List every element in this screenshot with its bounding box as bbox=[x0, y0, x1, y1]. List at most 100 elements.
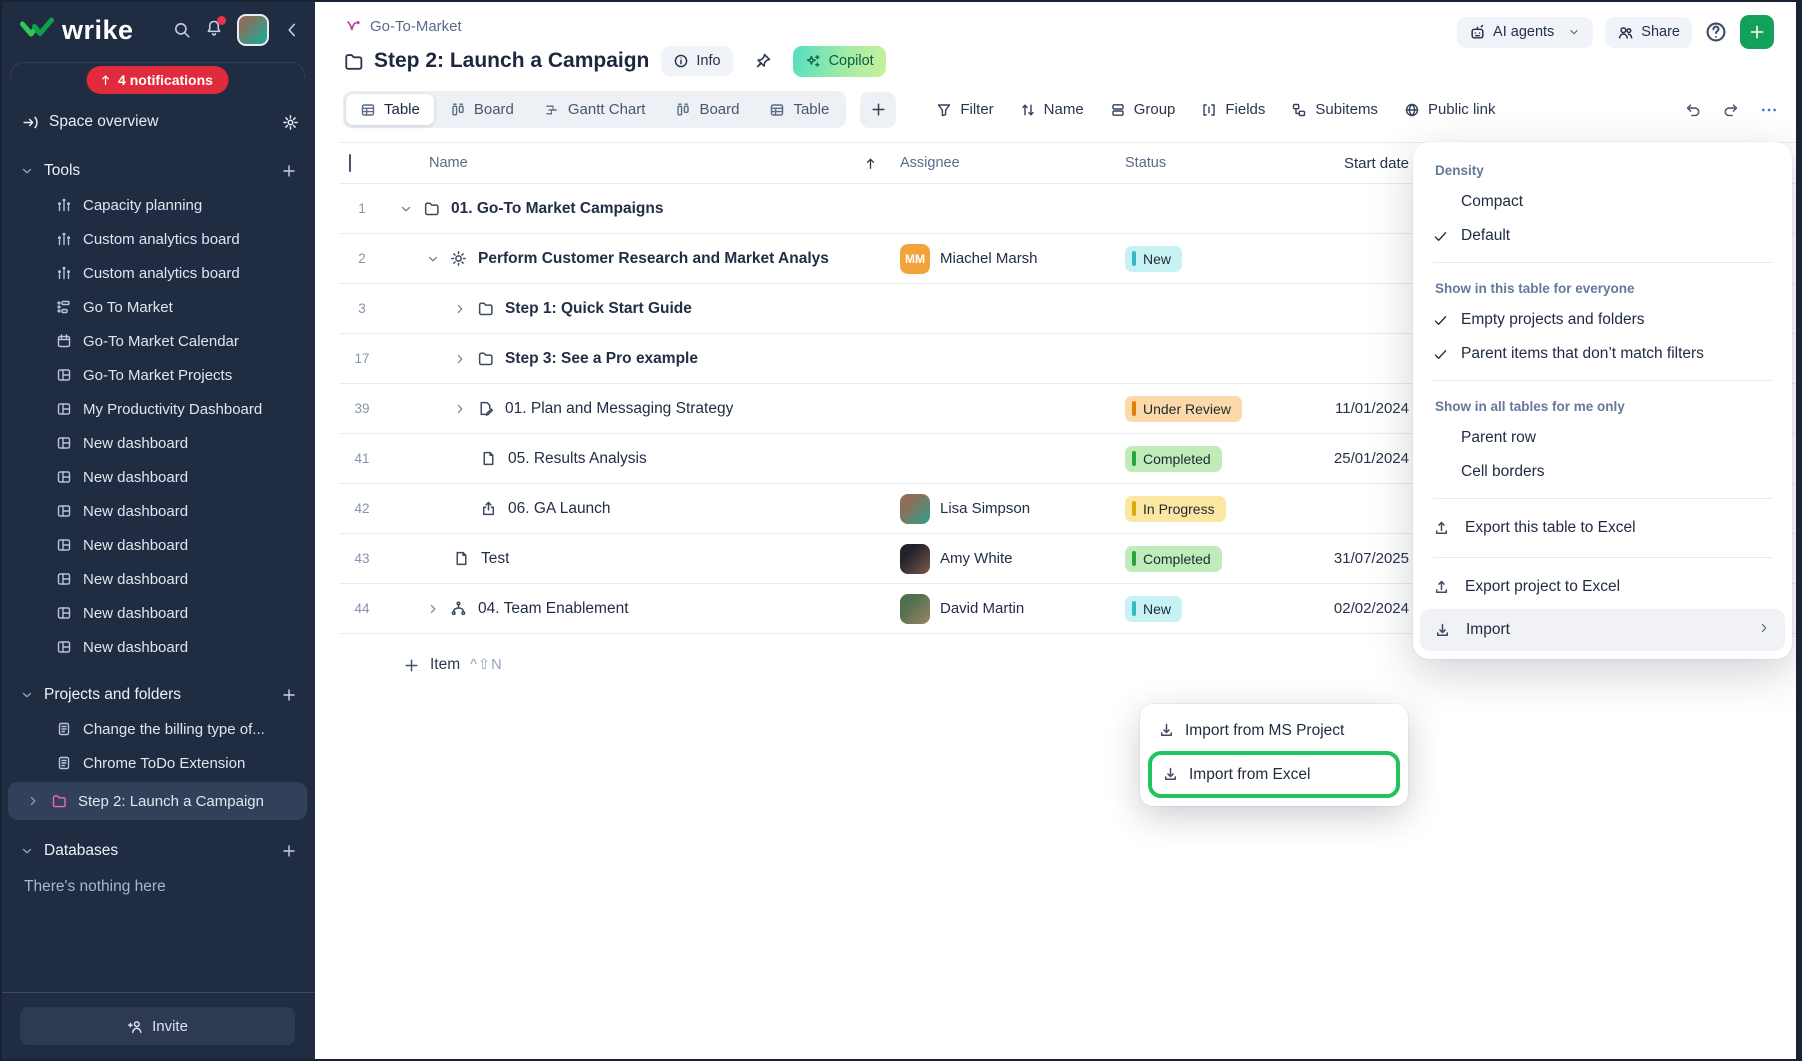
start-date-cell[interactable]: 02/02/2024 bbox=[1293, 600, 1413, 617]
sidebar-item-change-the-billing-type-of[interactable]: Change the billing type of... bbox=[0, 712, 315, 746]
column-header-name[interactable]: Name bbox=[429, 155, 468, 171]
status-badge[interactable]: New bbox=[1125, 246, 1182, 272]
tab-table-0[interactable]: Table bbox=[346, 94, 434, 125]
column-header-status[interactable]: Status bbox=[1125, 155, 1293, 171]
status-badge[interactable]: Under Review bbox=[1125, 396, 1242, 422]
task-name[interactable]: 04. Team Enablement bbox=[478, 600, 629, 618]
status-badge[interactable]: New bbox=[1125, 596, 1182, 622]
status-badge[interactable]: In Progress bbox=[1125, 496, 1226, 522]
menu-item-import[interactable]: Import bbox=[1420, 609, 1785, 651]
copilot-button[interactable]: Copilot bbox=[793, 46, 886, 77]
task-name[interactable]: 06. GA Launch bbox=[508, 500, 611, 518]
assignee-cell[interactable]: Lisa Simpson bbox=[900, 494, 1125, 524]
menu-item-default[interactable]: Default bbox=[1413, 219, 1792, 253]
menu-item-compact[interactable]: Compact bbox=[1413, 185, 1792, 219]
collapse-sidebar-icon[interactable] bbox=[283, 21, 301, 39]
sidebar-item-my-productivity-dashboard[interactable]: My Productivity Dashboard bbox=[0, 392, 315, 426]
sidebar-item-new-dashboard[interactable]: New dashboard bbox=[0, 630, 315, 664]
sort-ascending-icon[interactable] bbox=[863, 156, 878, 171]
invite-button[interactable]: Invite bbox=[20, 1007, 295, 1045]
status-badge[interactable]: Completed bbox=[1125, 446, 1222, 472]
task-name[interactable]: Step 1: Quick Start Guide bbox=[505, 300, 692, 318]
task-name[interactable]: 01. Plan and Messaging Strategy bbox=[505, 400, 733, 418]
info-button[interactable]: Info bbox=[661, 46, 732, 76]
assignee-cell[interactable]: MMMiachel Marsh bbox=[900, 244, 1125, 274]
start-date-cell[interactable]: 11/01/2024 bbox=[1293, 400, 1413, 417]
sidebar-item-new-dashboard[interactable]: New dashboard bbox=[0, 460, 315, 494]
start-date-cell[interactable]: 25/01/2024 bbox=[1293, 450, 1413, 467]
tab-board-3[interactable]: Board bbox=[661, 94, 753, 125]
more-options-icon[interactable] bbox=[1760, 101, 1778, 119]
status-cell[interactable]: New bbox=[1125, 596, 1293, 622]
sidebar-item-go-to-market-projects[interactable]: Go-To Market Projects bbox=[0, 358, 315, 392]
share-button[interactable]: Share bbox=[1605, 17, 1692, 48]
sidebar-item-go-to-market-calendar[interactable]: Go-To Market Calendar bbox=[0, 324, 315, 358]
sidebar-item-chrome-todo-extension[interactable]: Chrome ToDo Extension bbox=[0, 746, 315, 780]
sidebar-item-capacity-planning[interactable]: Capacity planning bbox=[0, 188, 315, 222]
expand-chevron-right-icon[interactable] bbox=[426, 602, 450, 616]
start-date-cell[interactable]: 31/07/2025 bbox=[1293, 550, 1413, 567]
task-name[interactable]: Perform Customer Research and Market Ana… bbox=[478, 250, 829, 268]
task-name[interactable]: 01. Go-To Market Campaigns bbox=[451, 200, 663, 218]
assignee-cell[interactable]: David Martin bbox=[900, 594, 1125, 624]
add-project-icon[interactable] bbox=[281, 687, 297, 703]
status-cell[interactable]: In Progress bbox=[1125, 496, 1293, 522]
sidebar-section-databases[interactable]: Databases bbox=[0, 834, 315, 868]
group-button[interactable]: Group bbox=[1110, 101, 1176, 118]
add-database-icon[interactable] bbox=[281, 843, 297, 859]
expand-chevron-down-icon[interactable] bbox=[426, 252, 450, 266]
chevron-down-icon[interactable] bbox=[1567, 25, 1581, 39]
filter-button[interactable]: Filter bbox=[936, 101, 993, 118]
status-cell[interactable]: Under Review bbox=[1125, 396, 1293, 422]
task-name[interactable]: Test bbox=[481, 550, 509, 568]
subitems-button[interactable]: Subitems bbox=[1291, 101, 1378, 118]
expand-chevron-right-icon[interactable] bbox=[453, 402, 477, 416]
menu-item-cell-borders[interactable]: Cell borders bbox=[1413, 455, 1792, 489]
tab-gantt-chart-2[interactable]: Gantt Chart bbox=[530, 94, 660, 125]
expand-chevron-right-icon[interactable] bbox=[453, 352, 477, 366]
sidebar-item-custom-analytics-board[interactable]: Custom analytics board bbox=[0, 222, 315, 256]
user-avatar[interactable] bbox=[237, 14, 269, 46]
status-cell[interactable]: New bbox=[1125, 246, 1293, 272]
column-header-assignee[interactable]: Assignee bbox=[900, 155, 1125, 171]
sidebar-item-new-dashboard[interactable]: New dashboard bbox=[0, 596, 315, 630]
sidebar-item-custom-analytics-board[interactable]: Custom analytics board bbox=[0, 256, 315, 290]
name-button[interactable]: Name bbox=[1020, 101, 1084, 118]
select-all-checkbox[interactable] bbox=[349, 154, 351, 172]
sidebar-item-new-dashboard[interactable]: New dashboard bbox=[0, 494, 315, 528]
ai-agents-button[interactable]: AI agents bbox=[1457, 17, 1593, 48]
submenu-item-import-from-ms-project[interactable]: Import from MS Project bbox=[1148, 712, 1400, 749]
tab-table-4[interactable]: Table bbox=[755, 94, 843, 125]
sidebar-item-step-2-launch-a-campaign[interactable]: Step 2: Launch a Campaign bbox=[8, 782, 307, 820]
add-tool-icon[interactable] bbox=[281, 163, 297, 179]
assignee-cell[interactable]: Amy White bbox=[900, 544, 1125, 574]
task-name[interactable]: Step 3: See a Pro example bbox=[505, 350, 698, 368]
notifications-bell[interactable] bbox=[205, 19, 223, 42]
tab-board-1[interactable]: Board bbox=[436, 94, 528, 125]
column-header-start-date[interactable]: Start date bbox=[1293, 155, 1413, 172]
add-view-button[interactable] bbox=[860, 92, 896, 128]
sidebar-section-tools[interactable]: Tools bbox=[0, 154, 315, 188]
sidebar-item-new-dashboard[interactable]: New dashboard bbox=[0, 562, 315, 596]
fields-button[interactable]: Fields bbox=[1201, 101, 1265, 118]
public-link-button[interactable]: Public link bbox=[1404, 101, 1496, 118]
search-icon[interactable] bbox=[173, 21, 191, 39]
undo-icon[interactable] bbox=[1684, 101, 1702, 119]
sidebar-item-new-dashboard[interactable]: New dashboard bbox=[0, 528, 315, 562]
menu-item-empty-projects-and-folders[interactable]: Empty projects and folders bbox=[1413, 303, 1792, 337]
redo-icon[interactable] bbox=[1722, 101, 1740, 119]
status-cell[interactable]: Completed bbox=[1125, 546, 1293, 572]
menu-item-export-project-to-excel[interactable]: Export project to Excel bbox=[1413, 567, 1792, 607]
pin-button[interactable] bbox=[745, 45, 781, 77]
create-new-button[interactable] bbox=[1740, 15, 1774, 49]
sidebar-item-new-dashboard[interactable]: New dashboard bbox=[0, 426, 315, 460]
wrike-logo[interactable]: wrike bbox=[20, 15, 134, 46]
menu-item-parent-items-that-don-t-match-filters[interactable]: Parent items that don’t match filters bbox=[1413, 337, 1792, 371]
menu-item-export-this-table-to-excel[interactable]: Export this table to Excel bbox=[1413, 508, 1792, 548]
expand-chevron-right-icon[interactable] bbox=[453, 302, 477, 316]
status-cell[interactable]: Completed bbox=[1125, 446, 1293, 472]
gear-icon[interactable] bbox=[282, 114, 299, 131]
sidebar-section-projects[interactable]: Projects and folders bbox=[0, 678, 315, 712]
menu-item-parent-row[interactable]: Parent row bbox=[1413, 421, 1792, 455]
task-name[interactable]: 05. Results Analysis bbox=[508, 450, 647, 468]
